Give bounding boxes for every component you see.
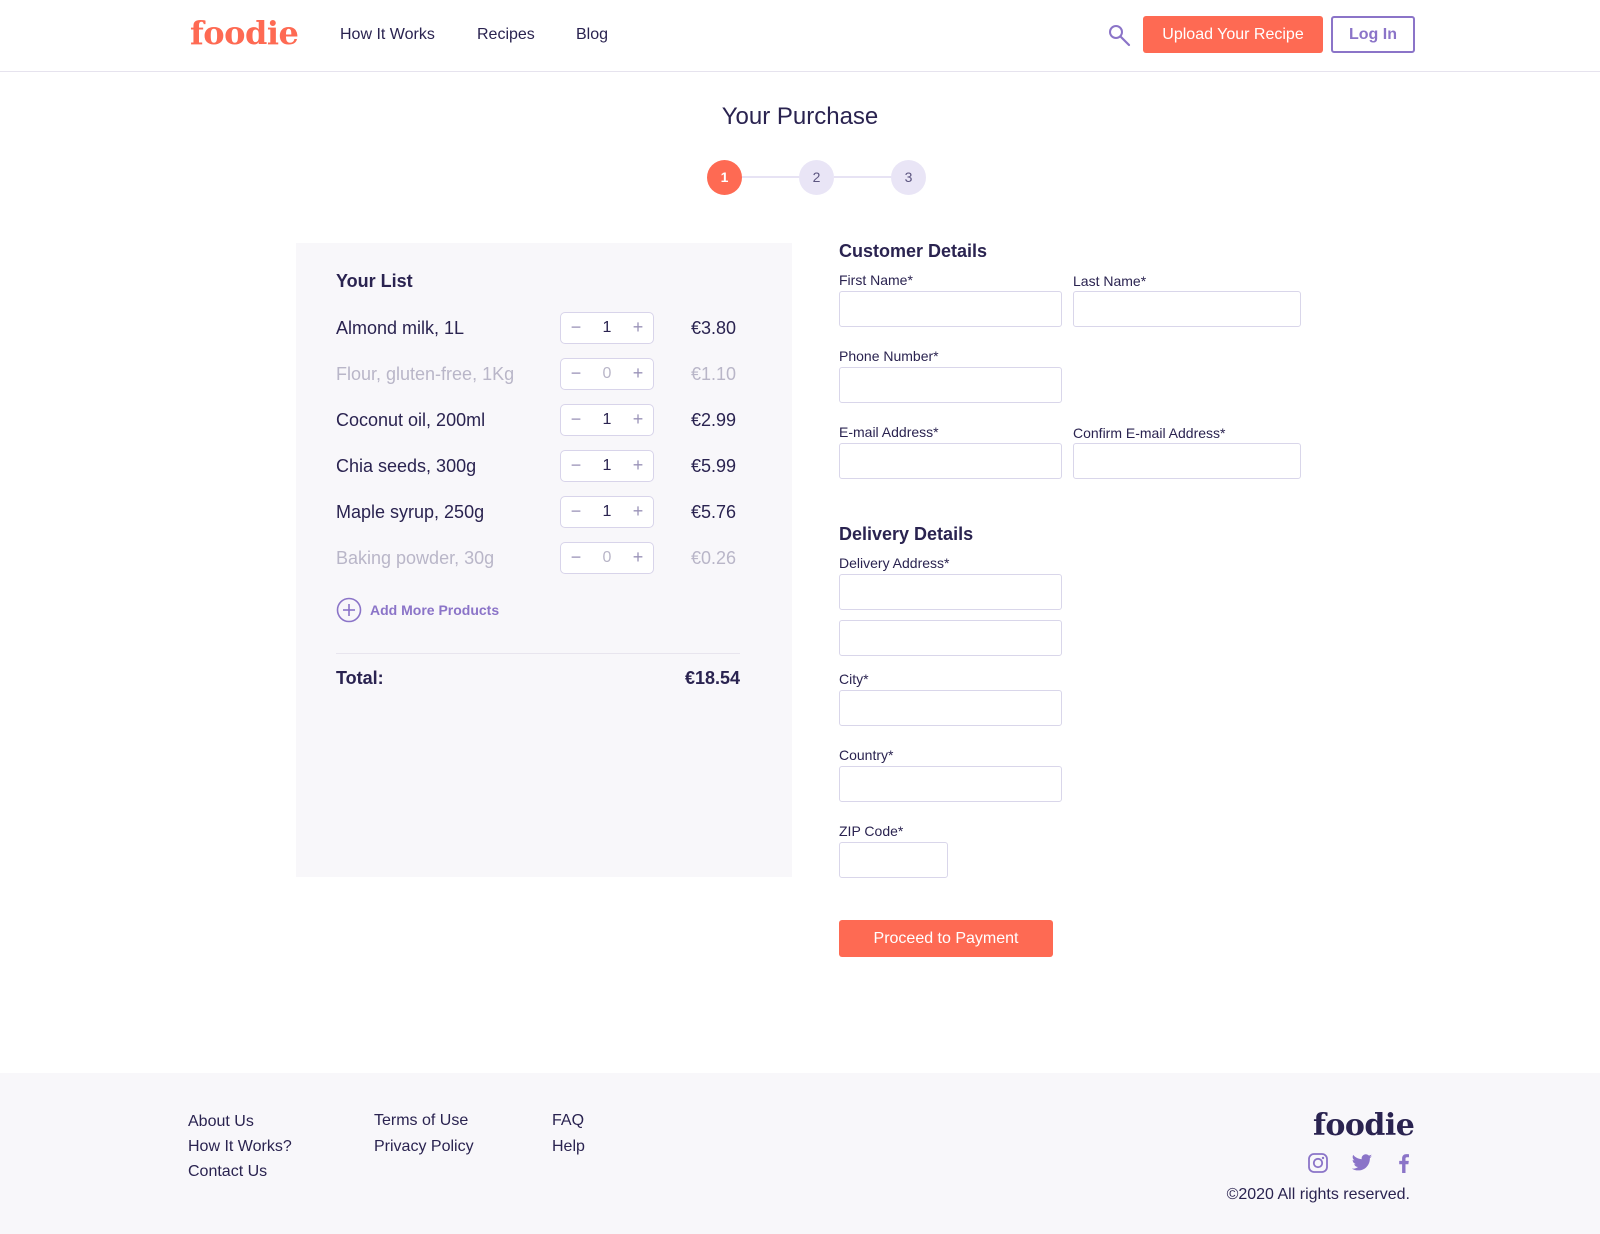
step-1: 1 [707, 160, 742, 195]
twitter-icon[interactable] [1351, 1152, 1373, 1174]
search-icon[interactable] [1108, 24, 1132, 48]
item-price: €3.80 [690, 318, 736, 338]
item-name: Chia seeds, 300g [336, 456, 477, 476]
logo[interactable]: foodie [190, 14, 299, 52]
step-3: 3 [891, 160, 926, 195]
list-heading: Your List [336, 271, 413, 291]
decrement-button[interactable]: − [561, 313, 591, 343]
increment-button[interactable]: + [623, 497, 653, 527]
upload-recipe-button[interactable]: Upload Your Recipe [1143, 16, 1323, 53]
increment-button[interactable]: + [623, 359, 653, 389]
list-item: Maple syrup, 250g − 1 + €5.76 [336, 496, 736, 530]
quantity-value: 1 [602, 411, 612, 428]
zip-label: ZIP Code* [839, 823, 904, 839]
footer-link-about[interactable]: About Us [188, 1113, 254, 1131]
item-name: Almond milk, 1L [336, 318, 465, 338]
last-name-field[interactable] [1073, 291, 1301, 327]
decrement-button[interactable]: − [561, 405, 591, 435]
shopping-list-panel: Your List Almond milk, 1L − 1 + €3.80 Fl… [296, 243, 792, 877]
quantity-stepper: − 1 + [560, 312, 654, 344]
zip-field[interactable] [839, 842, 948, 878]
decrement-button[interactable]: − [561, 497, 591, 527]
city-field[interactable] [839, 690, 1062, 726]
first-name-label: First Name* [839, 272, 913, 288]
nav-recipes[interactable]: Recipes [477, 26, 535, 44]
footer-link-faq[interactable]: FAQ [552, 1112, 584, 1130]
divider [336, 653, 740, 654]
quantity-stepper: − 1 + [560, 450, 654, 482]
instagram-icon[interactable] [1307, 1152, 1329, 1174]
quantity-value: 0 [602, 365, 612, 382]
site-footer: About Us How It Works? Contact Us Terms … [0, 1073, 1600, 1234]
item-price: €5.99 [690, 456, 736, 476]
item-price: €5.76 [690, 502, 736, 522]
list-item: Baking powder, 30g − 0 + €0.26 [336, 542, 736, 576]
list-item: Chia seeds, 300g − 1 + €5.99 [336, 450, 736, 484]
increment-button[interactable]: + [623, 313, 653, 343]
copyright: ©2020 All rights reserved. [1226, 1186, 1410, 1203]
item-name: Flour, gluten-free, 1Kg [336, 364, 515, 384]
list-item: Almond milk, 1L − 1 + €3.80 [336, 312, 736, 346]
login-button[interactable]: Log In [1331, 16, 1415, 53]
phone-label: Phone Number* [839, 348, 939, 364]
quantity-stepper: − 0 + [560, 542, 654, 574]
quantity-stepper: − 1 + [560, 404, 654, 436]
delivery-address-label: Delivery Address* [839, 555, 950, 571]
footer-link-contact[interactable]: Contact Us [188, 1163, 267, 1181]
first-name-field[interactable] [839, 291, 1062, 327]
add-more-label: Add More Products [370, 602, 500, 618]
total-value: €18.54 [684, 668, 740, 688]
customer-details-heading: Customer Details [839, 241, 988, 261]
quantity-stepper: − 0 + [560, 358, 654, 390]
total-label: Total: [336, 668, 384, 688]
quantity-value: 1 [602, 457, 612, 474]
step-connector [742, 176, 800, 178]
quantity-value: 0 [602, 549, 612, 566]
delivery-address-line1-field[interactable] [839, 574, 1062, 610]
footer-logo[interactable]: foodie [1313, 1108, 1415, 1143]
nav-how-it-works[interactable]: How It Works [340, 26, 435, 44]
footer-link-help[interactable]: Help [552, 1138, 585, 1156]
confirm-email-field[interactable] [1073, 443, 1301, 479]
increment-button[interactable]: + [623, 543, 653, 573]
item-price: €2.99 [690, 410, 736, 430]
delivery-address-line2-field[interactable] [839, 620, 1062, 656]
city-label: City* [839, 671, 869, 687]
country-label: Country* [839, 747, 894, 763]
nav-blog[interactable]: Blog [576, 26, 608, 44]
delivery-details-heading: Delivery Details [839, 524, 974, 544]
country-field[interactable] [839, 766, 1062, 802]
quantity-value: 1 [602, 319, 612, 336]
facebook-icon[interactable] [1393, 1152, 1415, 1174]
page-title: Your Purchase [721, 103, 879, 130]
item-price: €0.26 [690, 548, 736, 568]
footer-link-terms[interactable]: Terms of Use [374, 1112, 468, 1130]
quantity-value: 1 [602, 503, 612, 520]
item-name: Baking powder, 30g [336, 548, 495, 568]
decrement-button[interactable]: − [561, 451, 591, 481]
plus-circle-icon [336, 597, 362, 623]
decrement-button[interactable]: − [561, 543, 591, 573]
quantity-stepper: − 1 + [560, 496, 654, 528]
item-name: Coconut oil, 200ml [336, 410, 486, 430]
email-label: E-mail Address* [839, 424, 939, 440]
footer-link-privacy[interactable]: Privacy Policy [374, 1138, 474, 1156]
phone-field[interactable] [839, 367, 1062, 403]
decrement-button[interactable]: − [561, 359, 591, 389]
step-connector [834, 176, 892, 178]
site-header: foodie How It Works Recipes Blog Upload … [0, 0, 1600, 72]
last-name-label: Last Name* [1073, 273, 1147, 289]
confirm-email-label: Confirm E-mail Address* [1073, 425, 1226, 441]
item-name: Maple syrup, 250g [336, 502, 485, 522]
email-field[interactable] [839, 443, 1062, 479]
item-price: €1.10 [690, 364, 736, 384]
proceed-to-payment-button[interactable]: Proceed to Payment [839, 920, 1053, 957]
increment-button[interactable]: + [623, 451, 653, 481]
list-item: Flour, gluten-free, 1Kg − 0 + €1.10 [336, 358, 736, 392]
footer-link-how-it-works[interactable]: How It Works? [188, 1138, 292, 1156]
step-2: 2 [799, 160, 834, 195]
list-item: Coconut oil, 200ml − 1 + €2.99 [336, 404, 736, 438]
increment-button[interactable]: + [623, 405, 653, 435]
